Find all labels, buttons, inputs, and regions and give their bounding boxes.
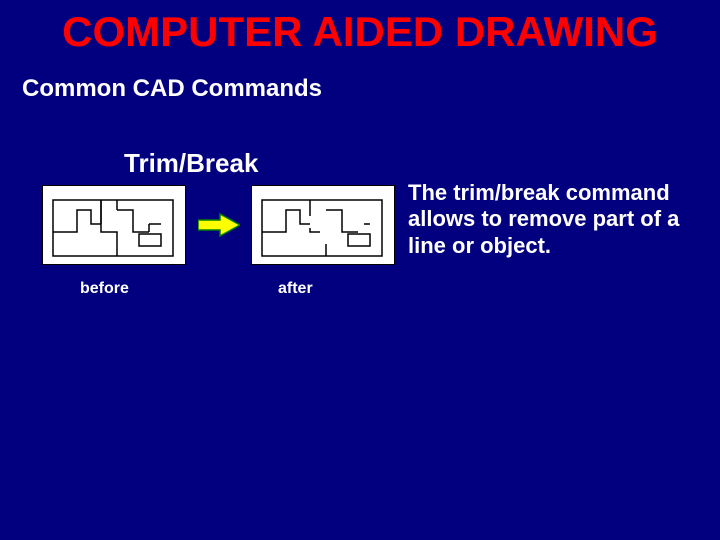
- cad-after-icon: [252, 186, 394, 264]
- cad-before-icon: [43, 186, 185, 264]
- before-panel: [42, 185, 186, 265]
- before-after-row: [42, 185, 403, 275]
- page-title: COMPUTER AIDED DRAWING: [0, 8, 720, 56]
- description-text: The trim/break command allows to remove …: [408, 180, 688, 259]
- after-panel: [251, 185, 395, 265]
- before-caption: before: [80, 280, 129, 298]
- after-caption: after: [278, 280, 313, 298]
- section-heading: Trim/Break: [124, 148, 258, 179]
- arrow-right-icon: [198, 212, 240, 238]
- page-subtitle: Common CAD Commands: [22, 75, 322, 103]
- slide: COMPUTER AIDED DRAWING Common CAD Comman…: [0, 0, 720, 540]
